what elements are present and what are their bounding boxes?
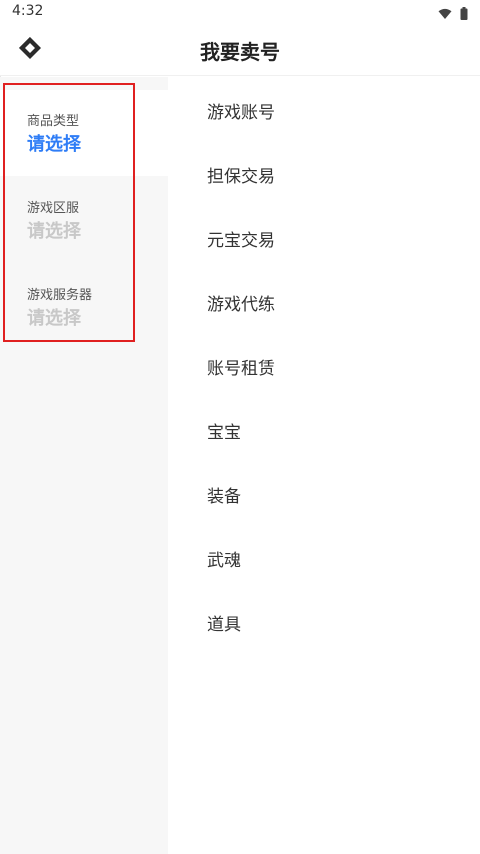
option-item[interactable]: 元宝交易 bbox=[207, 226, 275, 251]
option-item[interactable]: 游戏账号 bbox=[207, 98, 275, 123]
option-item[interactable]: 担保交易 bbox=[207, 162, 275, 187]
category-option-list: 游戏账号 担保交易 元宝交易 游戏代练 账号租赁 宝宝 装备 武魂 道具 bbox=[168, 77, 480, 854]
status-bar: 4:32 bbox=[0, 0, 480, 24]
battery-icon bbox=[460, 5, 468, 24]
option-item[interactable]: 游戏代练 bbox=[207, 290, 275, 315]
option-item[interactable]: 宝宝 bbox=[207, 418, 241, 443]
system-icons bbox=[438, 5, 468, 24]
highlight-annotation-box bbox=[3, 83, 135, 342]
option-item[interactable]: 道具 bbox=[207, 610, 241, 635]
option-item[interactable]: 武魂 bbox=[207, 546, 241, 571]
page-title: 我要卖号 bbox=[200, 40, 280, 64]
option-item[interactable]: 账号租赁 bbox=[207, 354, 275, 379]
app-header: 我要卖号 bbox=[0, 24, 480, 76]
wifi-icon bbox=[438, 5, 452, 24]
status-time: 4:32 bbox=[12, 3, 44, 19]
option-item[interactable]: 装备 bbox=[207, 482, 241, 507]
